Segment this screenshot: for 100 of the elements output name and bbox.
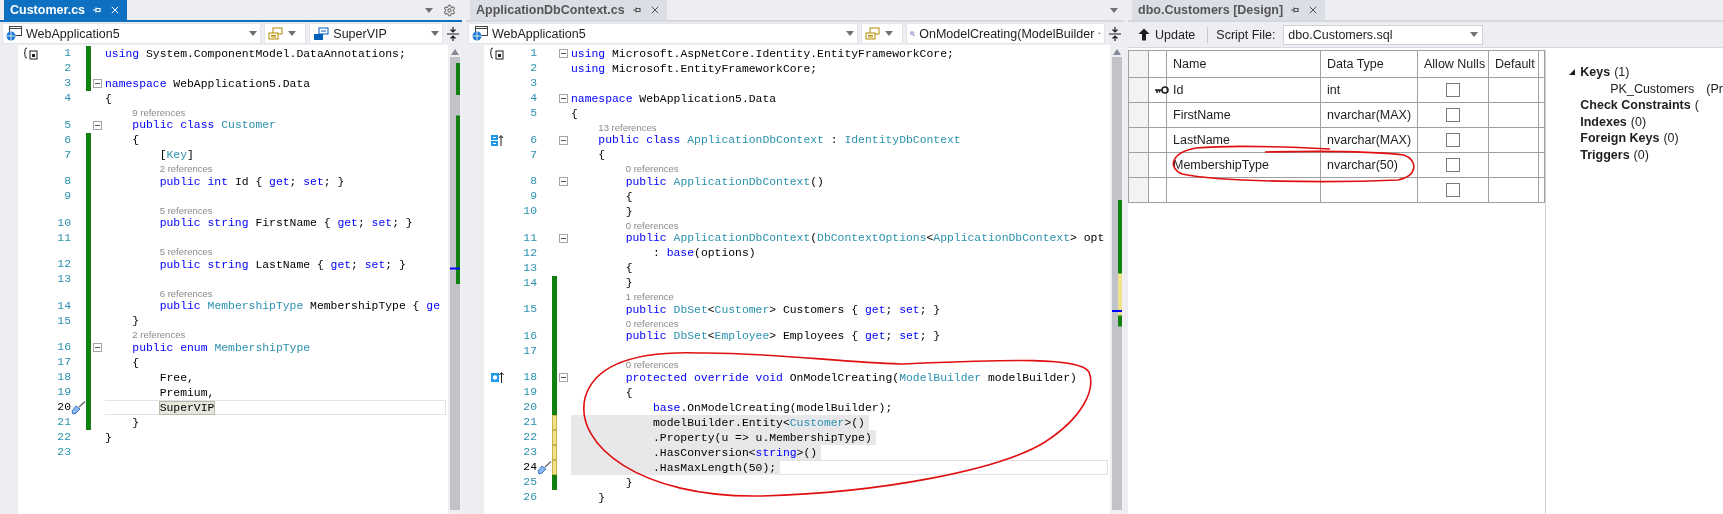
- code-line: public int Id { get; set; }: [158, 175, 345, 188]
- line-number: 6: [64, 132, 71, 148]
- expand-arrow-icon[interactable]: [1568, 68, 1577, 77]
- code-line: using Microsoft.AspNetCore.Identity.EntityFrameworkCore;: [571, 47, 954, 60]
- screwdriver-icon[interactable]: [71, 400, 86, 415]
- line-number: 19: [523, 385, 537, 400]
- codelens-text[interactable]: 5 references: [159, 246, 213, 257]
- scroll-up-icon[interactable]: [451, 49, 459, 55]
- tree-item-label[interactable]: PK_Customers: [1610, 81, 1695, 96]
- collapse-toggle[interactable]: [559, 233, 568, 243]
- pin-icon[interactable]: [631, 5, 642, 15]
- collapse-toggle[interactable]: [559, 94, 568, 103]
- settings-icon[interactable]: [443, 3, 456, 17]
- checkbox[interactable]: [1446, 83, 1460, 98]
- line-number: 14: [523, 275, 537, 291]
- column-header[interactable]: Allow Nulls: [1417, 50, 1489, 78]
- tree-item-label[interactable]: Triggers: [1580, 147, 1630, 162]
- update-button[interactable]: Update: [1134, 25, 1200, 44]
- code-line: namespace WebApplication5.Data: [105, 77, 311, 90]
- member-dropdown[interactable]: OnModelCreating(ModelBuilder: [906, 23, 1105, 44]
- table-cell[interactable]: LastName: [1166, 127, 1321, 153]
- line-number: 1: [530, 46, 537, 61]
- override-icon[interactable]: [489, 371, 504, 384]
- table-cell[interactable]: MembershipType: [1166, 152, 1321, 178]
- codelens-text[interactable]: 0 references: [625, 317, 679, 329]
- codelens-text[interactable]: 6 references: [159, 287, 213, 299]
- codelens-text[interactable]: 1 reference: [625, 291, 674, 302]
- document-tab[interactable]: Customer.cs: [4, 0, 128, 20]
- code-line: .Property(u => u.MembershipType): [652, 431, 872, 444]
- column-header[interactable]: Default: [1488, 50, 1539, 78]
- member-dropdown[interactable]: SuperVIP: [309, 23, 443, 44]
- scrollbar-thumb[interactable]: [450, 57, 460, 510]
- table-cell[interactable]: nvarchar(50): [1320, 152, 1418, 178]
- type-members-icon: [268, 26, 285, 41]
- checkbox[interactable]: [1446, 133, 1460, 148]
- web-project-icon: [6, 26, 22, 41]
- table-cell[interactable]: nvarchar(MAX): [1320, 102, 1418, 128]
- pin-icon[interactable]: [1290, 5, 1301, 15]
- tree-item-label[interactable]: Foreign Keys: [1580, 131, 1660, 146]
- collapse-toggle[interactable]: [93, 343, 102, 352]
- scope-icon[interactable]: [489, 47, 504, 60]
- code-line: base.OnModelCreating(modelBuilder);: [652, 401, 893, 414]
- table-cell[interactable]: int: [1320, 77, 1418, 103]
- line-number: 16: [57, 340, 71, 355]
- codelens-text[interactable]: 2 references: [159, 163, 213, 174]
- line-number: 4: [64, 91, 71, 106]
- codelens-text[interactable]: 2 references: [132, 329, 186, 340]
- type-dropdown[interactable]: [861, 23, 903, 44]
- column-header[interactable]: Name: [1166, 50, 1321, 78]
- document-tab[interactable]: ApplicationDbContext.cs: [470, 0, 667, 20]
- code-line: }: [597, 491, 606, 504]
- collapse-toggle[interactable]: [559, 49, 568, 58]
- checkbox[interactable]: [1446, 108, 1460, 123]
- checkbox[interactable]: [1446, 183, 1460, 198]
- codelens-text[interactable]: 13 references: [598, 121, 657, 133]
- codelens-text[interactable]: 0 references: [625, 163, 679, 174]
- vertical-scrollbar[interactable]: [448, 45, 462, 514]
- vertical-scrollbar[interactable]: [1110, 45, 1124, 514]
- codelens-text[interactable]: 0 references: [625, 219, 679, 231]
- code-line: public ApplicationDbContext(DbContextOptions<ApplicationDbContext> opt: [624, 232, 1105, 244]
- line-number: 16: [523, 328, 537, 344]
- collapse-toggle[interactable]: [93, 120, 102, 130]
- table-cell[interactable]: nvarchar(MAX): [1320, 127, 1418, 153]
- table-cell[interactable]: FirstName: [1166, 102, 1321, 128]
- code-line: }: [624, 205, 633, 218]
- collapse-toggle[interactable]: [559, 177, 568, 186]
- code-line: public string LastName { get; set; }: [158, 258, 406, 271]
- split-icon[interactable]: [1108, 25, 1122, 42]
- implementation-icon[interactable]: [489, 133, 504, 147]
- codelens-text[interactable]: 5 references: [159, 204, 213, 216]
- codelens-text[interactable]: 0 references: [625, 359, 679, 370]
- tree-item-label[interactable]: Check Constraints: [1580, 98, 1691, 113]
- key-icon: [1155, 86, 1169, 94]
- tree-item-label[interactable]: Keys: [1580, 65, 1611, 80]
- project-dropdown[interactable]: WebApplication5: [468, 23, 858, 44]
- codelens-text[interactable]: 9 references: [132, 106, 186, 118]
- script-file-dropdown[interactable]: dbo.Customers.sql: [1283, 24, 1484, 45]
- scrollbar-thumb[interactable]: [1112, 57, 1122, 510]
- column-header[interactable]: Data Type: [1320, 50, 1418, 78]
- tree-item-label[interactable]: Indexes: [1580, 114, 1627, 129]
- code-line: using Microsoft.EntityFrameworkCore;: [571, 62, 818, 75]
- collapse-toggle[interactable]: [559, 373, 568, 382]
- checkbox[interactable]: [1446, 158, 1460, 173]
- screwdriver-icon[interactable]: [537, 460, 552, 475]
- table-cell[interactable]: Id: [1166, 77, 1321, 103]
- line-number: 4: [530, 91, 537, 106]
- split-icon[interactable]: [446, 25, 460, 42]
- line-number: 9: [64, 189, 71, 204]
- pin-icon[interactable]: [92, 5, 103, 15]
- code-line: {: [624, 190, 633, 203]
- collapse-toggle[interactable]: [93, 79, 102, 88]
- document-tab[interactable]: dbo.Customers [Design]: [1132, 0, 1326, 20]
- line-number: 3: [64, 76, 71, 91]
- scroll-up-icon[interactable]: [1113, 49, 1121, 55]
- collapse-toggle[interactable]: [559, 135, 568, 145]
- type-dropdown[interactable]: [264, 23, 307, 44]
- code-line: }: [131, 315, 140, 327]
- scope-icon[interactable]: [23, 47, 38, 60]
- code-line: }: [624, 476, 633, 489]
- project-dropdown[interactable]: WebApplication5: [2, 23, 262, 44]
